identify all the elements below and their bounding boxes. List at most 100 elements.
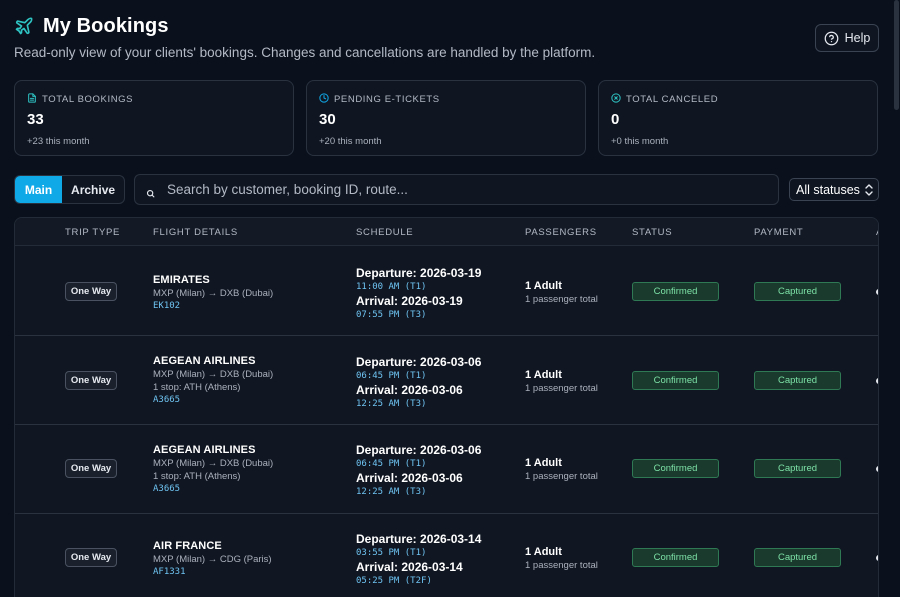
chevron-up-down-icon — [864, 183, 874, 197]
passenger-total: 1 passenger total — [525, 383, 598, 394]
stat-label-row: TOTAL CANCELED — [611, 92, 865, 106]
x-circle-icon — [611, 92, 621, 106]
stat-sub: +0 this month — [611, 136, 669, 147]
help-circle-icon — [824, 31, 839, 46]
tab-archive[interactable]: Archive — [62, 176, 124, 203]
arrival-date: Arrival: 2026-03-06 — [356, 471, 463, 485]
tab-main[interactable]: Main — [15, 176, 63, 203]
status-filter-value: All statuses — [796, 182, 860, 197]
flight-route: MXP (Milan) → DXB (Dubai) — [153, 458, 274, 469]
departure-date: Departure: 2026-03-14 — [356, 532, 482, 546]
view-toggle: Main Archive — [14, 175, 125, 204]
stat-value: 33 — [27, 111, 44, 128]
passenger-total: 1 passenger total — [525, 294, 598, 305]
arrival-date: Arrival: 2026-03-06 — [356, 383, 463, 397]
search-icon — [146, 185, 155, 198]
flight-details: AEGEAN AIRLINES MXP (Milan) → DXB (Dubai… — [153, 444, 273, 494]
trip-type-badge: One Way — [65, 371, 117, 390]
status-badge: Confirmed — [632, 459, 719, 478]
schedule: Departure: 2026-03-14 03:55 PM (T1) Arri… — [356, 532, 481, 588]
status-badge: Confirmed — [632, 282, 719, 301]
stat-label-row: PENDING E-TICKETS — [319, 92, 573, 106]
scrollbar-thumb[interactable] — [894, 0, 899, 110]
departure-time: 11:00 AM (T1) — [356, 282, 427, 292]
stat-card-total-bookings: TOTAL BOOKINGS 33 +23 this month — [14, 80, 294, 156]
airline-name: EMIRATES — [153, 274, 210, 286]
document-icon — [27, 92, 37, 106]
flight-number: EK102 — [153, 301, 181, 311]
page-title: My Bookings — [43, 14, 169, 37]
departure-time: 06:45 PM (T1) — [356, 459, 427, 469]
passenger-count: 1 Adult — [525, 546, 562, 558]
table-header: TRIP TYPE FLIGHT DETAILS SCHEDULE PASSEN… — [15, 218, 878, 246]
flight-details: AIR FRANCE MXP (Milan) → CDG (Paris) AF1… — [153, 540, 272, 577]
payment-badge: Captured — [754, 548, 841, 567]
bookings-table: TRIP TYPE FLIGHT DETAILS SCHEDULE PASSEN… — [14, 217, 879, 597]
row-action-icon[interactable] — [876, 555, 878, 561]
stat-sub: +20 this month — [319, 136, 382, 147]
flight-stops: 1 stop: ATH (Athens) — [153, 471, 241, 482]
passenger-count: 1 Adult — [525, 369, 562, 381]
column-header-schedule[interactable]: SCHEDULE — [356, 227, 413, 238]
passenger-count: 1 Adult — [525, 280, 562, 292]
bookings-app: My Bookings Read-only view of your clien… — [0, 0, 900, 597]
schedule: Departure: 2026-03-19 11:00 AM (T1) Arri… — [356, 266, 481, 322]
stat-label: TOTAL BOOKINGS — [42, 93, 134, 105]
departure-time: 06:45 PM (T1) — [356, 371, 427, 381]
column-header-trip-type[interactable]: TRIP TYPE — [65, 227, 120, 238]
column-header-flight-details[interactable]: FLIGHT DETAILS — [153, 227, 238, 238]
payment-badge: Captured — [754, 282, 841, 301]
passengers: 1 Adult 1 passenger total — [525, 280, 598, 305]
column-header-status[interactable]: STATUS — [632, 227, 672, 238]
stats-row: TOTAL BOOKINGS 33 +23 this month PENDING… — [14, 80, 880, 156]
trip-type-badge: One Way — [65, 459, 117, 478]
table-row[interactable]: One Way AEGEAN AIRLINES MXP (Milan) → DX… — [15, 425, 878, 514]
status-badge: Confirmed — [632, 371, 719, 390]
status-filter-select[interactable]: All statuses — [789, 178, 879, 201]
stat-value: 0 — [611, 111, 620, 128]
arrival-time: 07:55 PM (T3) — [356, 310, 427, 320]
stat-label: TOTAL CANCELED — [626, 93, 719, 105]
stat-card-pending-etickets: PENDING E-TICKETS 30 +20 this month — [306, 80, 586, 156]
help-button[interactable]: Help — [815, 24, 879, 52]
table-row[interactable]: One Way AIR FRANCE MXP (Milan) → CDG (Pa… — [15, 514, 878, 597]
payment-badge: Captured — [754, 459, 841, 478]
stat-label-row: TOTAL BOOKINGS — [27, 92, 281, 106]
column-header-passengers[interactable]: PASSENGERS — [525, 227, 597, 238]
search-input[interactable] — [167, 182, 747, 197]
flight-number: A3665 — [153, 395, 181, 405]
passenger-total: 1 passenger total — [525, 560, 598, 571]
clock-icon — [319, 92, 329, 106]
row-action-icon[interactable] — [876, 289, 878, 295]
table-row[interactable]: One Way EMIRATES MXP (Milan) → DXB (Duba… — [15, 247, 878, 336]
flight-route: MXP (Milan) → DXB (Dubai) — [153, 369, 274, 380]
payment-badge: Captured — [754, 371, 841, 390]
row-action-icon[interactable] — [876, 466, 878, 472]
passengers: 1 Adult 1 passenger total — [525, 369, 598, 394]
passenger-total: 1 passenger total — [525, 471, 598, 482]
airline-name: AEGEAN AIRLINES — [153, 355, 256, 367]
passenger-count: 1 Adult — [525, 457, 562, 469]
arrival-time: 05:25 PM (T2F) — [356, 576, 432, 586]
row-action-icon[interactable] — [876, 378, 878, 384]
stat-sub: +23 this month — [27, 136, 90, 147]
column-header-payment[interactable]: PAYMENT — [754, 227, 803, 238]
table-row[interactable]: One Way AEGEAN AIRLINES MXP (Milan) → DX… — [15, 336, 878, 425]
page-subtitle: Read-only view of your clients' bookings… — [14, 45, 596, 60]
flight-number: AF1331 — [153, 567, 186, 577]
airplane-icon — [14, 16, 34, 36]
arrival-time: 12:25 AM (T3) — [356, 487, 427, 497]
arrival-time: 12:25 AM (T3) — [356, 399, 427, 409]
flight-route: MXP (Milan) → DXB (Dubai) — [153, 288, 274, 299]
stat-label: PENDING E-TICKETS — [334, 93, 440, 105]
passengers: 1 Adult 1 passenger total — [525, 457, 598, 482]
page-header: My Bookings Read-only view of your clien… — [14, 14, 880, 60]
page-scrollbar[interactable] — [893, 0, 900, 597]
passengers: 1 Adult 1 passenger total — [525, 546, 598, 571]
stat-card-total-canceled: TOTAL CANCELED 0 +0 this month — [598, 80, 878, 156]
schedule: Departure: 2026-03-06 06:45 PM (T1) Arri… — [356, 355, 481, 411]
airline-name: AEGEAN AIRLINES — [153, 444, 256, 456]
column-header-actions[interactable]: A — [876, 227, 878, 238]
title-row: My Bookings — [14, 14, 880, 38]
departure-date: Departure: 2026-03-06 — [356, 355, 482, 369]
